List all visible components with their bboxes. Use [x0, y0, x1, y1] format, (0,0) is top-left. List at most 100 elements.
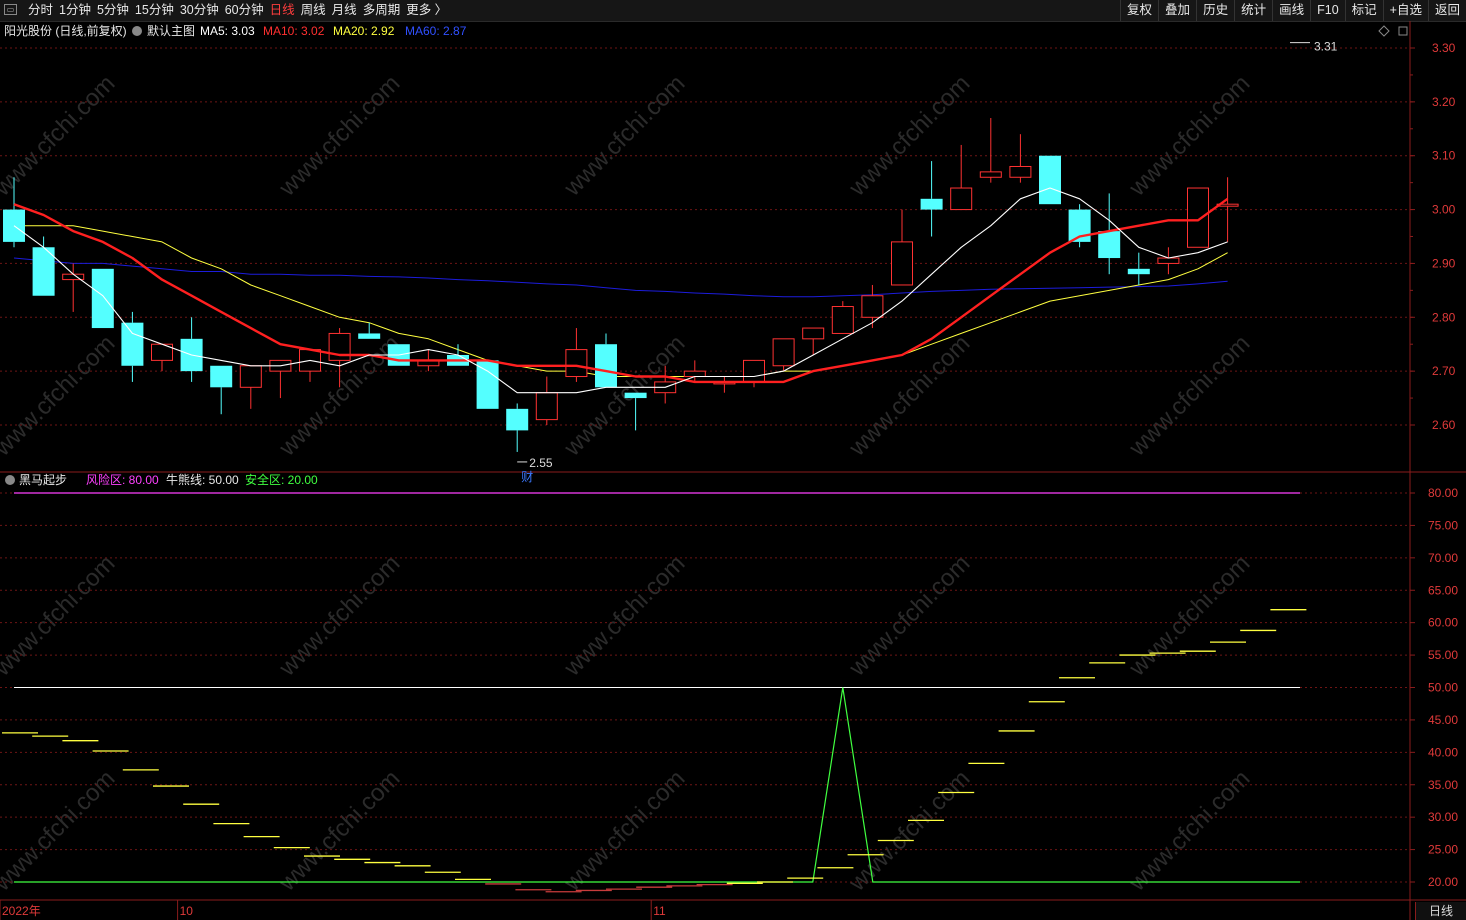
indicator-tick-label: 55.00	[1428, 648, 1458, 662]
tool-button-5[interactable]: F10	[1310, 0, 1345, 21]
tab-2[interactable]: 5分钟	[96, 3, 134, 18]
watermark-text: www.cfchi.com	[0, 330, 120, 462]
candle-body[interactable]	[683, 370, 706, 378]
tab-8[interactable]: 月线	[331, 3, 362, 18]
tab-1[interactable]: 1分钟	[58, 3, 96, 18]
tab-5[interactable]: 60分钟	[224, 3, 269, 18]
candle-body[interactable]	[861, 295, 884, 318]
candle-body[interactable]	[565, 349, 588, 378]
price-tick-label: 2.60	[1432, 418, 1456, 432]
tool-button-0[interactable]: 复权	[1120, 0, 1158, 21]
maximize-icon[interactable]	[1398, 26, 1408, 36]
tab-6[interactable]: 日线	[269, 3, 300, 18]
tool-button-3[interactable]: 统计	[1234, 0, 1272, 21]
candle-body[interactable]	[1009, 165, 1032, 178]
safe-zone-value: 安全区: 20.00	[245, 472, 318, 487]
watermark-text: www.cfchi.com	[273, 70, 405, 202]
candle-body[interactable]	[891, 241, 913, 286]
indicator-tick-label: 80.00	[1428, 486, 1458, 500]
chart-tools: 复权 叠加 历史 统计 画线 F10 标记 +自选 返回	[1120, 0, 1466, 21]
tab-3[interactable]: 15分钟	[134, 3, 179, 18]
watermark-text: www.cfchi.com	[0, 70, 120, 202]
candle-body[interactable]	[624, 392, 647, 399]
candle-body[interactable]	[802, 327, 825, 340]
watermark-text: www.cfchi.com	[558, 70, 690, 202]
candle-body[interactable]	[1157, 257, 1180, 264]
candle-body[interactable]	[328, 332, 351, 361]
indicator-tick-label: 20.00	[1428, 875, 1458, 889]
indicator-tick-label: 40.00	[1428, 745, 1458, 759]
tab-10[interactable]: 更多 〉	[405, 3, 452, 18]
price-tick-label: 2.90	[1432, 256, 1456, 270]
indicator-tick-label: 60.00	[1428, 616, 1458, 630]
tool-button-2[interactable]: 历史	[1196, 0, 1234, 21]
bull-bear-line-value: 牛熊线: 50.00	[166, 472, 239, 487]
candle-body[interactable]	[535, 392, 558, 421]
candle-body[interactable]	[239, 365, 262, 388]
price-tick-label: 2.70	[1432, 364, 1456, 378]
price-tick-label: 3.30	[1432, 41, 1456, 55]
tab-9[interactable]: 多周期	[362, 3, 406, 18]
period-tabs: 分时 1分钟 5分钟 15分钟 30分钟 60分钟 日线 周线 月线 多周期 更多 〉	[27, 3, 452, 18]
watermark-text: www.cfchi.com	[843, 550, 975, 682]
ma60-value: MA60: 2.87	[405, 24, 467, 38]
candle-body[interactable]	[210, 365, 233, 388]
tool-button-8[interactable]: 返回	[1427, 0, 1466, 21]
period-label[interactable]: 日线	[1415, 902, 1466, 920]
candle-body[interactable]	[1039, 155, 1061, 205]
ma5-value: MA5: 3.03	[200, 24, 255, 38]
template-dropdown-icon[interactable]	[132, 26, 142, 36]
window-menu-icon[interactable]: ▭	[4, 4, 17, 15]
xaxis-label: 2022年	[2, 904, 41, 918]
indicator-tick-label: 25.00	[1428, 843, 1458, 857]
candle-body[interactable]	[476, 360, 499, 409]
candle-body[interactable]	[1098, 231, 1121, 259]
candle-body[interactable]	[358, 333, 381, 339]
template-label: 默认主图	[147, 23, 195, 38]
ma20-value: MA20: 2.92	[333, 24, 395, 38]
top-toolbar: ▭ 分时 1分钟 5分钟 15分钟 30分钟 60分钟 日线 周线 月线 多周期 更多 〉 复权 叠加…	[0, 0, 1466, 22]
candle-body[interactable]	[506, 408, 529, 431]
indicator-dropdown-icon[interactable]	[5, 475, 15, 485]
tool-button-7[interactable]: +自选	[1382, 0, 1428, 21]
price-tick-label: 3.10	[1432, 149, 1456, 163]
price-tick-label: 3.20	[1432, 95, 1456, 109]
tool-button-6[interactable]: 标记	[1344, 0, 1383, 21]
stock-chart[interactable]: www.cfchi.com www.cfchi.com www.cfchi.com w…	[0, 21, 1466, 920]
indicator-name: 黑马起步	[19, 473, 67, 487]
indicator-tick-label: 65.00	[1428, 583, 1458, 597]
candle-body[interactable]	[121, 322, 144, 366]
indicator-tick-label: 75.00	[1428, 518, 1458, 532]
diamond-icon[interactable]	[1378, 25, 1390, 37]
stock-name-label: 阳光股份 (日线,前复权)	[4, 23, 127, 38]
price-tick-label: 3.00	[1432, 203, 1456, 217]
candle-body[interactable]	[62, 273, 85, 281]
risk-zone-value: 风险区: 80.00	[86, 472, 159, 487]
candle-body[interactable]	[831, 306, 854, 334]
indicator-tick-label: 30.00	[1428, 810, 1458, 824]
watermark-text: www.cfchi.com	[558, 550, 690, 682]
price-tick-label: 2.80	[1432, 310, 1456, 324]
tab-0[interactable]: 分时	[27, 3, 58, 18]
candle-body[interactable]	[979, 171, 1002, 178]
indicator-tick-label: 50.00	[1428, 681, 1458, 695]
watermark-text: www.cfchi.com	[0, 550, 120, 682]
watermark-text: www.cfchi.com	[1123, 550, 1255, 682]
candle-body[interactable]	[920, 198, 943, 210]
candle-body[interactable]	[91, 268, 114, 329]
candle-body[interactable]	[1127, 268, 1150, 275]
candle-body[interactable]	[772, 338, 795, 367]
ma10-value: MA10: 3.02	[263, 24, 325, 38]
tab-4[interactable]: 30分钟	[179, 3, 224, 18]
candle-body[interactable]	[595, 344, 617, 388]
candle-body[interactable]	[950, 187, 973, 211]
candle-body[interactable]	[743, 359, 765, 383]
tool-button-1[interactable]: 叠加	[1158, 0, 1196, 21]
indicator-tick-label: 45.00	[1428, 713, 1458, 727]
low-price-label: 2.55	[529, 456, 553, 470]
financial-report-marker: 财	[521, 470, 533, 484]
watermark-text: www.cfchi.com	[843, 70, 975, 202]
tool-button-4[interactable]: 画线	[1272, 0, 1310, 21]
candle-body[interactable]	[1187, 187, 1209, 248]
tab-7[interactable]: 周线	[300, 3, 331, 18]
